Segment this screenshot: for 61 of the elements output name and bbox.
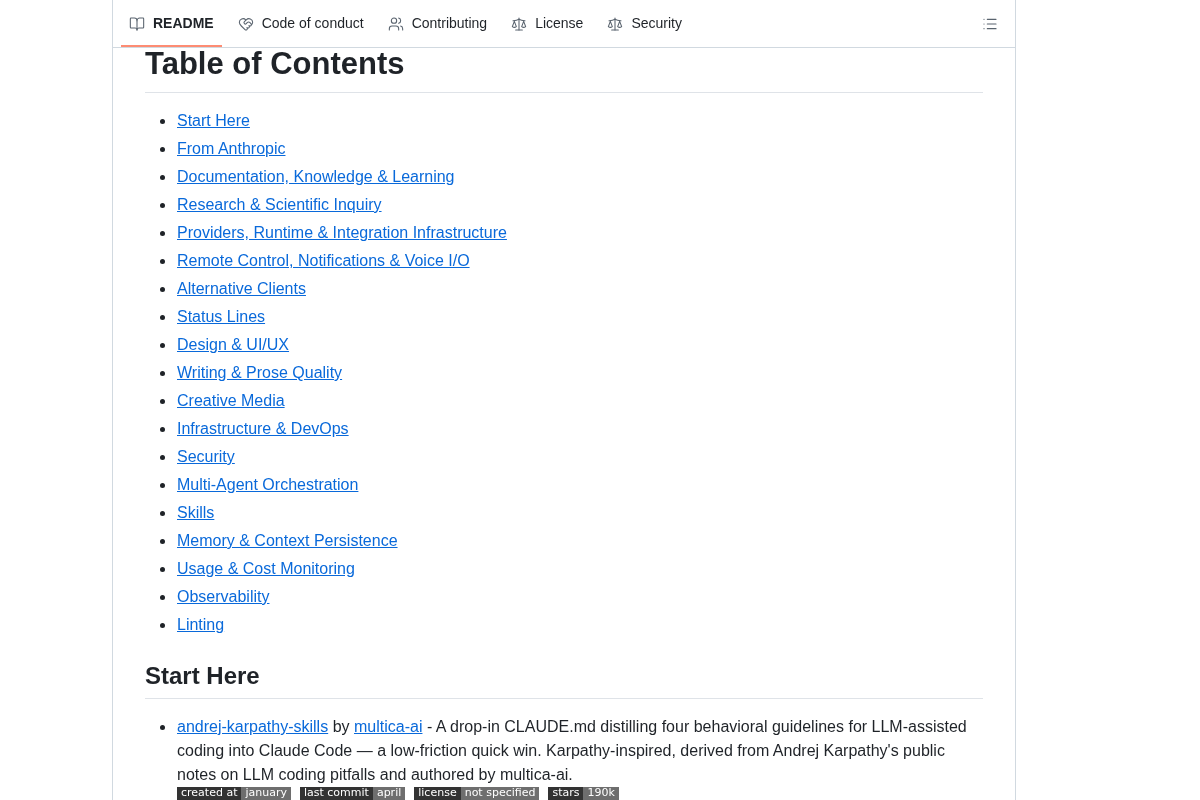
- entry-description: andrej-karpathy-skills by multica-ai - A drop-in CLAUDE.md distilling four behavioral guidelines for LLM-assisted coding into Claude Code — a low-friction quick win. Karpathy-inspired, derived from Andrej Karpathy's public notes on LLM coding pitfalls and authored by multica-ai.: [177, 717, 968, 785]
- toc-link[interactable]: Writing & Prose Quality: [177, 361, 343, 385]
- toc-link[interactable]: Infrastructure & DevOps: [177, 417, 349, 441]
- bullet-icon: [160, 174, 165, 180]
- toc-link[interactable]: Providers, Runtime & Integration Infrastructure: [177, 221, 507, 245]
- bullet-icon: [160, 566, 165, 572]
- bullet-icon: [160, 342, 165, 348]
- bullet-icon: [160, 724, 165, 730]
- bullet-icon: [160, 118, 165, 124]
- badge-label: stars: [548, 787, 584, 800]
- badge-label: license: [414, 787, 461, 800]
- author-link[interactable]: multica-ai: [354, 718, 423, 735]
- bullet-icon: [160, 314, 165, 320]
- section-heading: Start Here: [145, 661, 983, 699]
- badge-value: april: [372, 787, 406, 800]
- book-icon: [129, 15, 145, 32]
- scale-icon: [607, 15, 624, 32]
- toc-link[interactable]: From Anthropic: [177, 137, 286, 161]
- tab[interactable]: Security: [599, 0, 690, 47]
- toc-link[interactable]: Memory & Context Persistence: [177, 529, 398, 553]
- bullet-icon: [160, 370, 165, 376]
- toc-link[interactable]: Start Here: [177, 109, 250, 133]
- badge-label: last commit: [299, 787, 373, 800]
- toc-link[interactable]: Multi-Agent Orchestration: [177, 473, 359, 497]
- bullet-icon: [160, 398, 165, 404]
- toc-link[interactable]: Status Lines: [177, 305, 266, 329]
- toc-link[interactable]: Design & UI/UX: [177, 333, 290, 357]
- tab[interactable]: Contributing: [379, 0, 496, 47]
- bullet-icon: [160, 426, 165, 432]
- toc-link[interactable]: Observability: [177, 585, 270, 609]
- bullet-icon: [160, 482, 165, 488]
- people-icon: [387, 15, 404, 32]
- heading: Table of Contents: [145, 48, 983, 93]
- bullet-icon: [160, 286, 165, 292]
- toc-link[interactable]: Usage & Cost Monitoring: [177, 557, 355, 581]
- toc-link[interactable]: Research & Scientific Inquiry: [177, 193, 382, 217]
- bullet-icon: [160, 594, 165, 600]
- toc-link[interactable]: Creative Media: [177, 389, 285, 413]
- toc-link[interactable]: Alternative Clients: [177, 277, 306, 301]
- toc-link[interactable]: Security: [177, 445, 235, 469]
- bullet-icon: [160, 202, 165, 208]
- toc-link[interactable]: Skills: [177, 501, 215, 525]
- bullet-icon: [160, 454, 165, 460]
- bullet-icon: [160, 510, 165, 516]
- scale-icon: [511, 15, 528, 32]
- bullet-icon: [160, 146, 165, 152]
- badge-value: not specified: [460, 787, 540, 800]
- tab[interactable]: README: [121, 0, 222, 47]
- badge-label: created at: [177, 787, 242, 800]
- bullet-icon: [160, 258, 165, 264]
- toc-link[interactable]: Linting: [177, 613, 225, 637]
- repo-link[interactable]: andrej-karpathy-skills: [177, 718, 329, 735]
- tab[interactable]: Code of conduct: [229, 0, 372, 47]
- bullet-icon: [160, 538, 165, 544]
- toc-link[interactable]: Documentation, Knowledge & Learning: [177, 165, 455, 189]
- badge-value: january: [241, 787, 291, 800]
- bullet-icon: [160, 230, 165, 236]
- bullet-icon: [160, 622, 165, 628]
- tab[interactable]: License: [503, 0, 592, 47]
- toc-link[interactable]: Remote Control, Notifications & Voice I/O: [177, 249, 470, 273]
- badge-value: 190k: [583, 787, 619, 800]
